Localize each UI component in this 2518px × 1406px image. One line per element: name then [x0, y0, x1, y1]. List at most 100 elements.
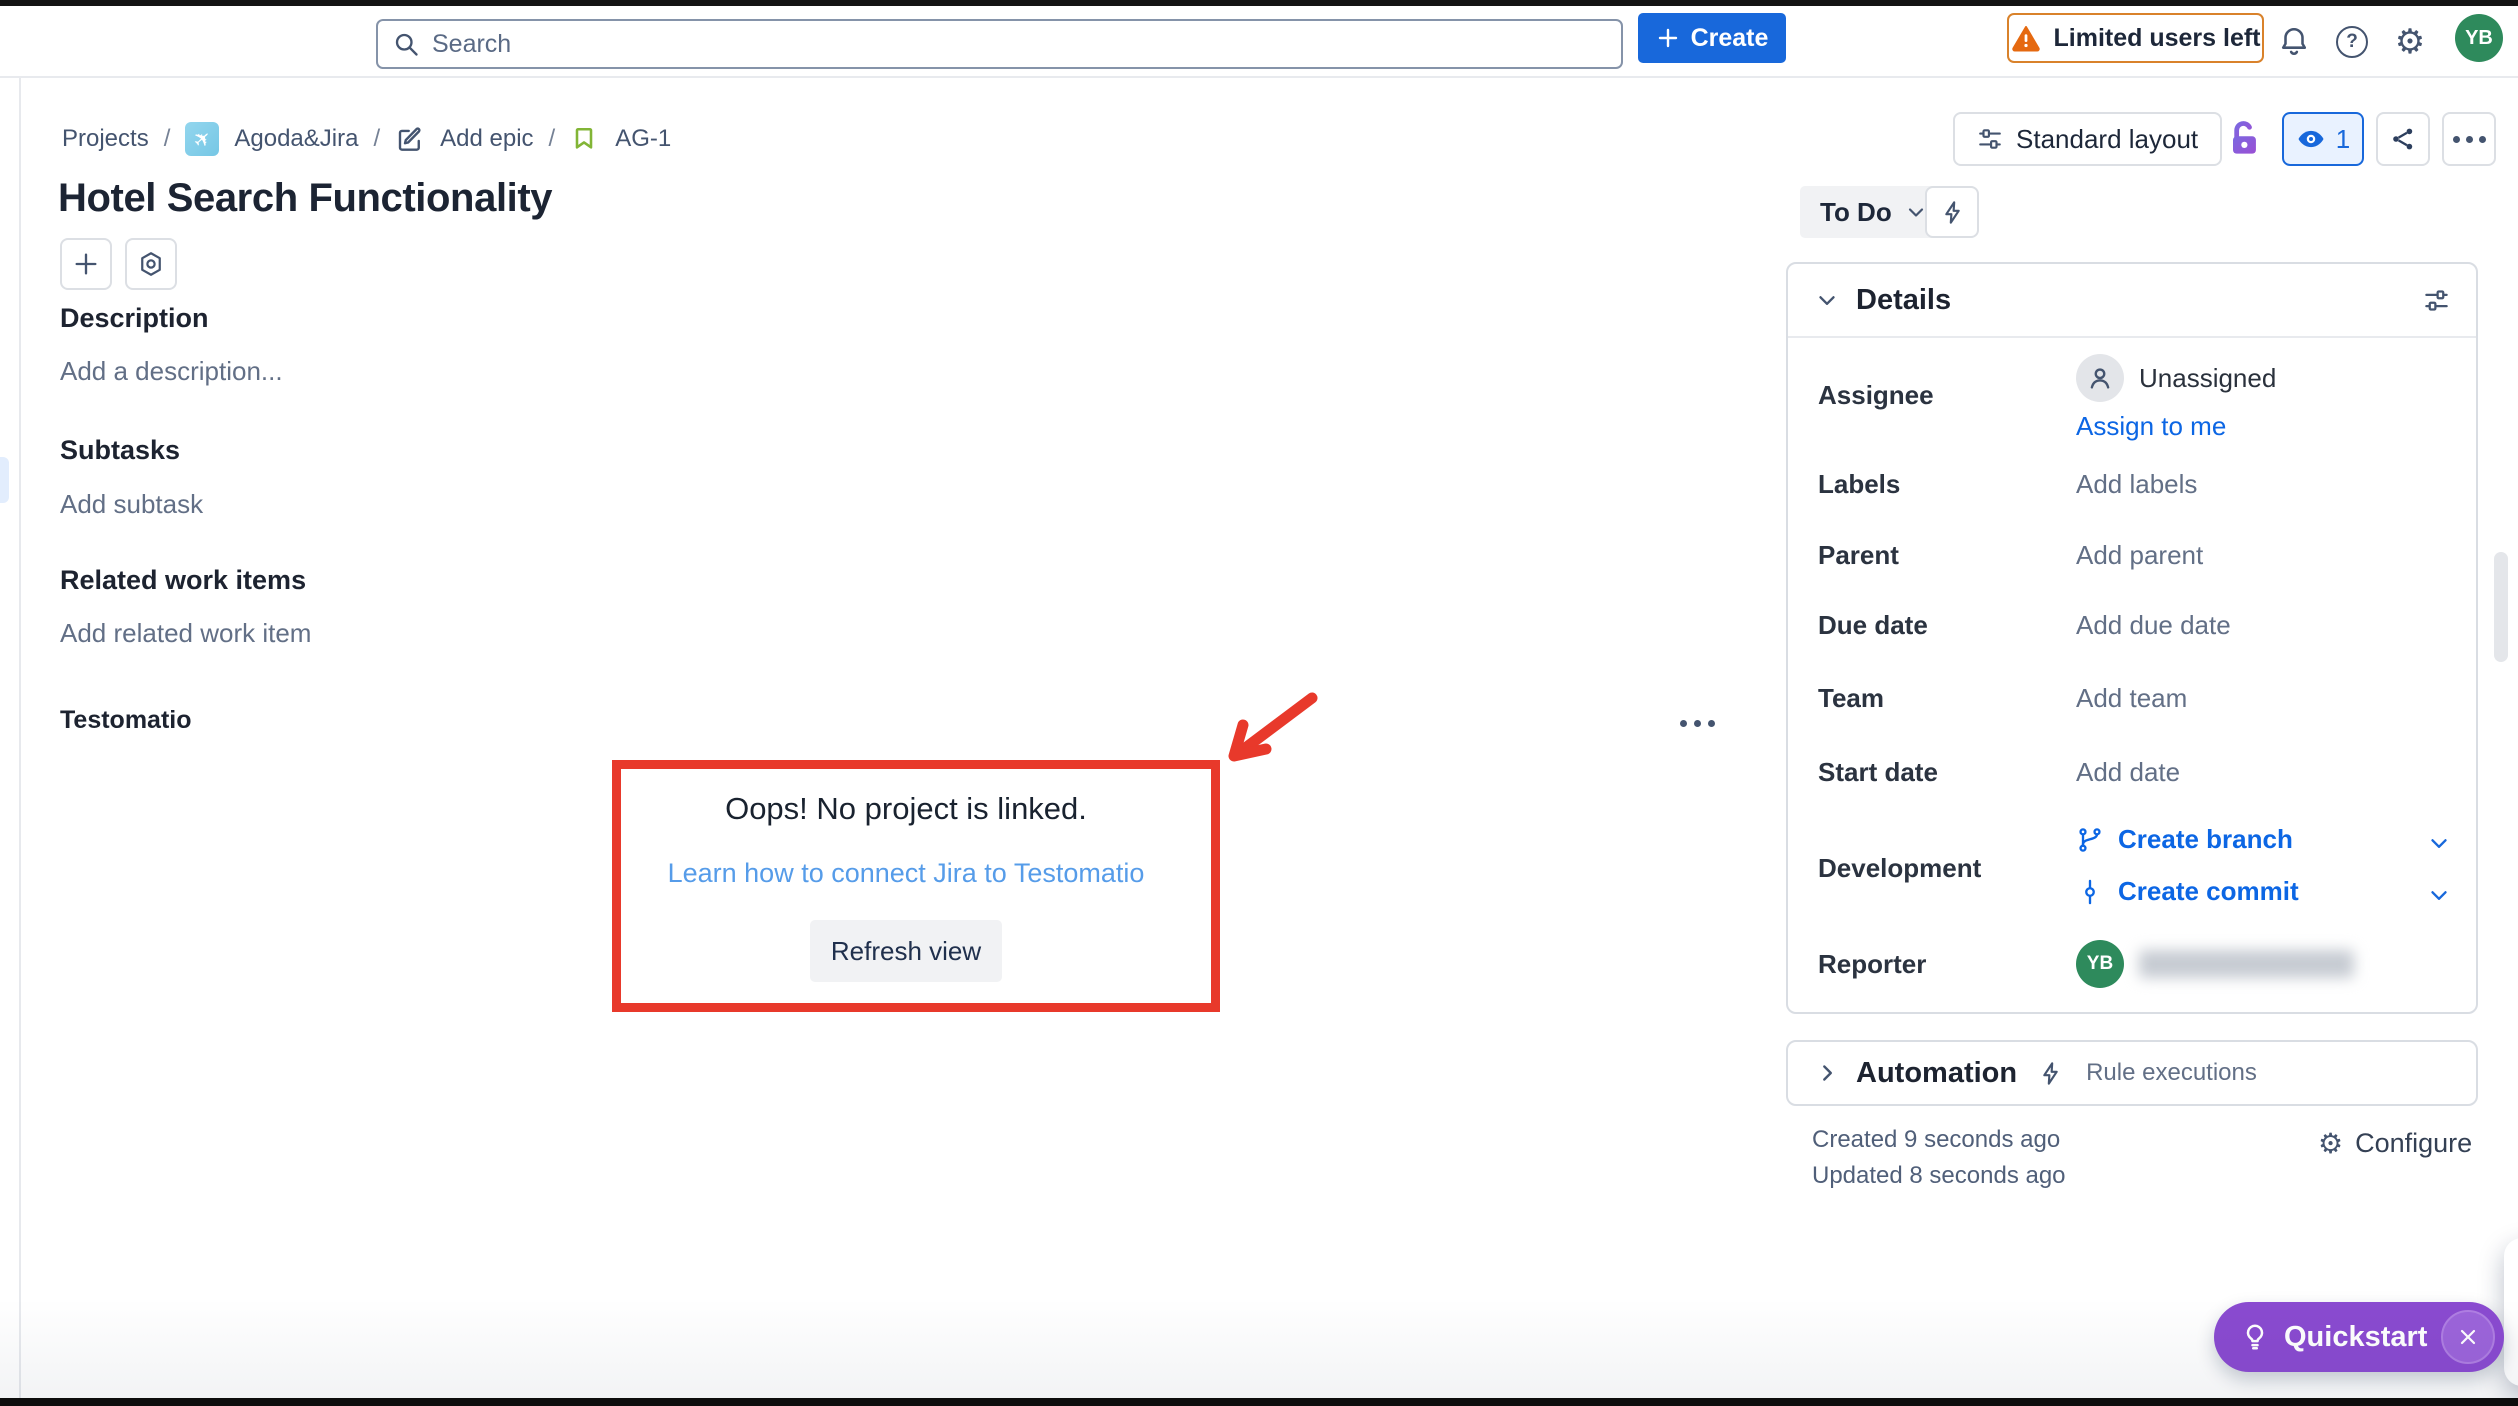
warning-icon [2011, 23, 2041, 53]
bell-icon [2277, 25, 2311, 59]
automation-title: Automation [1856, 1057, 2017, 1090]
notifications-button[interactable] [2272, 20, 2316, 64]
hexagon-target-icon [137, 250, 165, 278]
create-commit-link[interactable]: Create commit [2076, 876, 2299, 907]
collapsed-sidebar-rail [0, 78, 21, 1398]
start-date-label: Start date [1818, 754, 1938, 790]
development-label: Development [1818, 850, 1981, 886]
standard-layout-button[interactable]: Standard layout [1953, 112, 2222, 166]
breadcrumb-separator: / [549, 125, 556, 153]
refresh-view-button[interactable]: Refresh view [810, 920, 1002, 982]
sidebar-expand-tab[interactable] [0, 457, 9, 503]
parent-value[interactable]: Add parent [2076, 537, 2203, 573]
add-button[interactable] [60, 238, 112, 290]
assignee-value[interactable]: Unassigned [2076, 354, 2276, 402]
reporter-value[interactable]: YB [2076, 940, 2354, 988]
automation-lightning-button[interactable] [1925, 186, 1979, 238]
quickstart-button[interactable]: Quickstart [2214, 1302, 2504, 1372]
ellipsis-icon [1680, 720, 1687, 727]
add-subtask[interactable]: Add subtask [60, 489, 203, 520]
configure-label: Configure [2355, 1128, 2472, 1159]
sliders-icon [1977, 126, 2003, 152]
eye-icon [2296, 124, 2326, 154]
testomatio-heading: Testomatio [60, 706, 192, 735]
configure-button[interactable]: ⚙ Configure [2318, 1128, 2472, 1159]
reporter-label: Reporter [1818, 946, 1926, 982]
details-header[interactable]: Details [1788, 264, 2476, 338]
global-search [376, 19, 1623, 69]
chevron-down-icon[interactable] [2426, 882, 2452, 908]
lightning-icon [2037, 1060, 2064, 1087]
details-config-button[interactable] [2423, 287, 2450, 314]
ellipsis-icon [2453, 136, 2460, 143]
quickstart-panel-edge [2504, 1238, 2518, 1386]
sliders-icon [2423, 287, 2450, 314]
branch-icon [2076, 826, 2104, 854]
limited-users-label: Limited users left [2054, 24, 2261, 53]
create-branch-label: Create branch [2118, 824, 2293, 855]
details-title: Details [1856, 284, 1951, 317]
breadcrumb-projects[interactable]: Projects [62, 125, 149, 153]
automation-panel[interactable]: Automation Rule executions [1786, 1040, 2478, 1106]
create-branch-row: Create branch [2076, 824, 2293, 855]
created-timestamp: Created 9 seconds ago [1812, 1126, 2060, 1154]
description-placeholder[interactable]: Add a description... [60, 356, 283, 387]
apps-button[interactable] [125, 238, 177, 290]
assignee-name: Unassigned [2139, 363, 2276, 394]
breadcrumb: Projects / ✈ Agoda&Jira / Add epic / AG-… [62, 120, 671, 158]
updated-timestamp: Updated 8 seconds ago [1812, 1162, 2066, 1190]
description-heading: Description [60, 303, 209, 334]
close-icon[interactable] [2441, 1310, 2495, 1364]
scrollbar-thumb[interactable] [2494, 552, 2508, 662]
team-label: Team [1818, 680, 1884, 716]
start-date-value[interactable]: Add date [2076, 754, 2180, 790]
commit-icon [2076, 878, 2104, 906]
bottom-vignette [0, 1298, 2518, 1398]
lightbulb-icon [2240, 1322, 2270, 1352]
settings-button[interactable]: ⚙ [2388, 20, 2432, 64]
error-title: Oops! No project is linked. [725, 791, 1087, 827]
due-date-label: Due date [1818, 607, 1928, 643]
airplane-icon: ✈ [189, 125, 216, 152]
assignee-label: Assignee [1818, 377, 1934, 413]
breadcrumb-issue-key[interactable]: AG-1 [615, 125, 671, 153]
reporter-avatar-initials: YB [2087, 953, 2113, 975]
plus-icon [72, 250, 100, 278]
search-input[interactable] [376, 19, 1623, 69]
user-avatar[interactable]: YB [2455, 14, 2503, 62]
chevron-right-icon [1814, 1060, 1840, 1086]
chevron-down-icon[interactable] [2426, 830, 2452, 856]
window-bottom-bar [0, 1398, 2518, 1406]
breadcrumb-add-epic[interactable]: Add epic [440, 125, 533, 153]
testomatio-more-button[interactable] [1672, 712, 1723, 735]
subtasks-heading: Subtasks [60, 435, 180, 466]
assign-to-me-link[interactable]: Assign to me [2076, 408, 2226, 444]
watchers-button[interactable]: 1 [2282, 112, 2364, 166]
create-commit-row: Create commit [2076, 876, 2299, 907]
limited-users-button[interactable]: Limited users left [2007, 13, 2264, 63]
standard-layout-label: Standard layout [2016, 124, 2198, 155]
create-branch-link[interactable]: Create branch [2076, 824, 2293, 855]
testomatio-error-box: Oops! No project is linked. Learn how to… [612, 760, 1220, 1012]
unlocked-icon[interactable] [2222, 116, 2266, 162]
share-button[interactable] [2376, 112, 2430, 166]
labels-label: Labels [1818, 466, 1900, 502]
create-button[interactable]: Create [1638, 13, 1786, 63]
person-icon [2076, 354, 2124, 402]
page-title[interactable]: Hotel Search Functionality [58, 176, 552, 221]
edit-epic-icon [395, 124, 425, 154]
reporter-avatar: YB [2076, 940, 2124, 988]
more-actions-button[interactable] [2442, 112, 2496, 166]
jira-issue-page: Create Limited users left ? ⚙ YB Project… [0, 0, 2518, 1406]
due-date-value[interactable]: Add due date [2076, 607, 2231, 643]
labels-value[interactable]: Add labels [2076, 466, 2197, 502]
connect-help-link[interactable]: Learn how to connect Jira to Testomatio [668, 858, 1145, 889]
project-avatar[interactable]: ✈ [185, 122, 219, 156]
parent-label: Parent [1818, 537, 1899, 573]
add-related-item[interactable]: Add related work item [60, 618, 311, 649]
team-value[interactable]: Add team [2076, 680, 2187, 716]
help-button[interactable]: ? [2330, 20, 2374, 64]
breadcrumb-project-name[interactable]: Agoda&Jira [234, 125, 358, 153]
plus-icon [1656, 26, 1680, 50]
rule-executions-link[interactable]: Rule executions [2086, 1059, 2257, 1087]
